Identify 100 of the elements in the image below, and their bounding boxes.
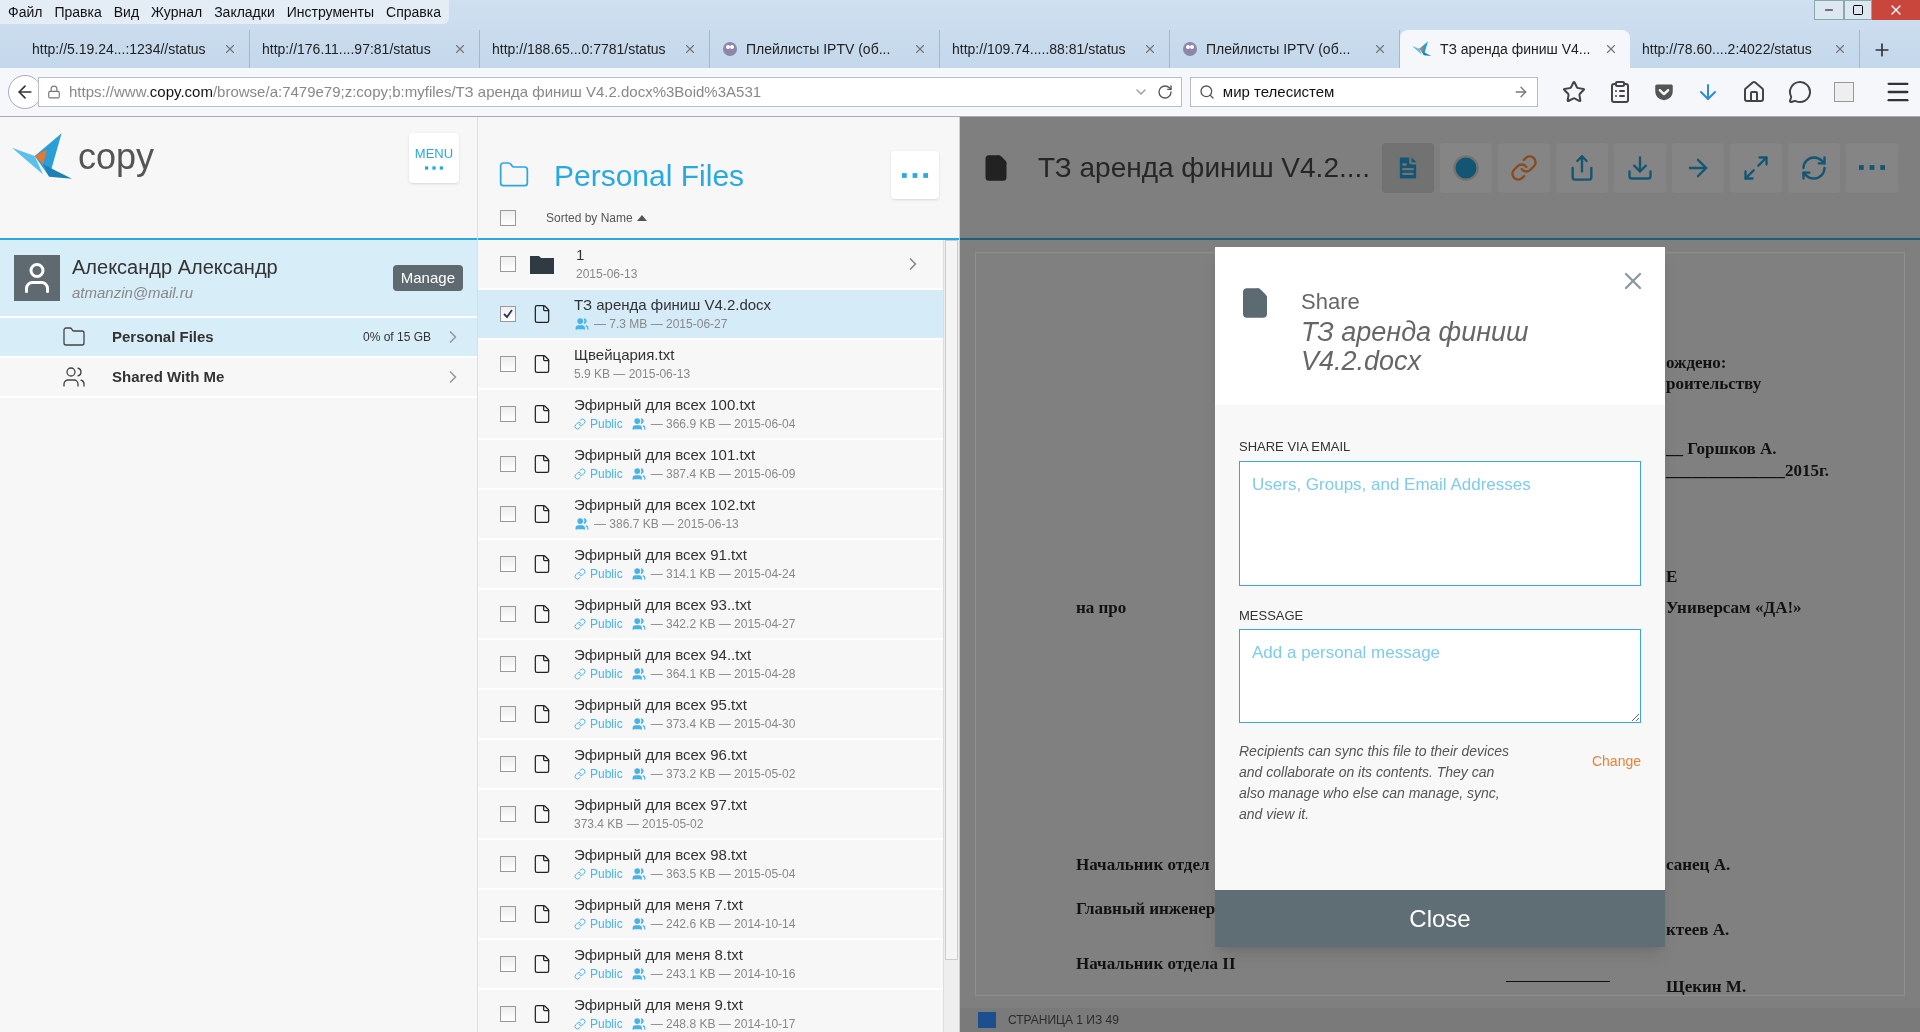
menu-item[interactable]: Правка [50,1,106,23]
checkbox[interactable] [500,256,516,272]
file-icon [532,753,552,775]
history-tool-button[interactable] [1440,142,1492,193]
checkbox[interactable] [500,356,516,372]
menu-item[interactable]: Вид [109,1,144,23]
people-icon [62,365,86,389]
reading-list-icon[interactable] [1608,80,1632,104]
lock-icon [47,85,61,99]
menu-item[interactable]: Закладки [210,1,279,23]
more-button[interactable] [891,151,939,199]
checkbox[interactable] [500,556,516,572]
link-icon [574,1018,586,1030]
sort-up-icon [636,214,647,222]
file-icon [532,953,552,975]
scrollbar[interactable] [943,240,959,1032]
file-meta: 2015-06-13 [576,266,638,283]
home-icon[interactable] [1742,80,1766,104]
public-label: Public [590,766,623,783]
checkbox[interactable] [500,456,516,472]
close-icon[interactable] [1604,42,1618,56]
close-button[interactable]: Close [1215,890,1665,947]
checkbox[interactable] [500,506,516,522]
menu-item[interactable]: Журнал [147,1,207,23]
close-icon[interactable] [1143,42,1157,56]
address-field[interactable]: https://www.copy.com/browse/a:7479e79;z:copy;b:myfiles/ТЗ аренда финиш V4.2.docx%3Boid%3A531 [38,77,1182,107]
field-label: SHARE VIA EMAIL [1239,438,1352,456]
reload-icon[interactable] [1156,84,1173,100]
checkbox[interactable] [500,856,516,872]
link-icon [574,418,586,430]
dots-icon [902,172,928,178]
search-icon [1198,84,1215,100]
file-tool-button[interactable] [1382,142,1434,193]
message-field[interactable]: Add a personal message [1239,629,1641,723]
download-icon [1626,153,1654,182]
download-tool-button[interactable] [1614,142,1666,193]
sync-tool-button[interactable] [1788,142,1840,193]
public-label: Public [590,566,623,583]
close-icon[interactable] [683,42,697,56]
file-icon [532,603,552,625]
checkbox[interactable] [500,656,516,672]
file-name: Эфирный для всех 102.txt [574,495,757,515]
pocket-icon[interactable] [1654,82,1674,102]
close-icon[interactable] [223,42,237,56]
checkbox[interactable] [500,210,516,226]
file-icon [532,553,552,575]
checkbox[interactable] [500,406,516,422]
file-meta: 5.9 KB — 2015-06-13 [574,366,691,383]
checkbox[interactable] [500,606,516,622]
file-meta: — 373.4 KB — 2015-04-30 [650,716,796,733]
link-tool-button[interactable] [1498,142,1550,193]
close-icon[interactable] [913,42,927,56]
file-row[interactable]: ТЗ аренда финиш V4.2.docx — 7.3 MB — 2015-06-27 [478,290,943,340]
document-text: Е [1666,566,1678,588]
file-name: Эфирный для всех 101.txt [574,445,757,465]
expand-tool-button[interactable] [1730,142,1782,193]
chat-icon[interactable] [1788,80,1812,104]
checkbox[interactable] [500,806,516,822]
link-icon [1510,153,1538,182]
menu-item[interactable]: Инструменты [282,1,379,23]
more-tool-button[interactable] [1846,142,1898,193]
document-title: ТЗ аренда финиш V4.2.... [1038,150,1372,185]
file-icon [532,903,552,925]
close-icon[interactable] [453,42,467,56]
link-icon [574,768,586,780]
checkbox[interactable] [500,1006,516,1022]
checkbox[interactable] [500,706,516,722]
public-label: Public [590,416,623,433]
menu-item[interactable]: Файл [4,1,47,23]
file-icon [532,353,552,375]
url-text: https://www.copy.com/browse/a:7479e79;z:copy;b:myfiles/ТЗ аренда финиш V4.2.docx%3Boid%3A531 [69,81,763,102]
close-icon[interactable] [1833,42,1847,56]
public-label: Public [590,466,623,483]
checkbox[interactable] [500,306,516,322]
file-meta: — 386.7 KB — 2015-06-13 [594,516,739,533]
go-icon[interactable] [1513,84,1529,100]
sort-label[interactable]: Sorted by Name [546,209,647,227]
maximize-icon[interactable] [1852,4,1864,16]
bookmark-star-icon[interactable] [1562,80,1586,104]
file-name: Эфирный для всех 94..txt [574,645,753,665]
move-tool-button[interactable] [1672,142,1724,193]
checkbox[interactable] [500,956,516,972]
file-name: Эфирный для всех 98.txt [574,845,748,865]
checkbox[interactable] [500,756,516,772]
sidebar-item[interactable]: Personal Files 0% of 15 GB [0,318,477,358]
file-name: Эфирный для всех 93..txt [574,595,753,615]
share-tool-button[interactable] [1556,142,1608,193]
manage-button[interactable]: Manage [392,264,463,292]
menu-item[interactable]: Справка [382,1,445,23]
browser-tab[interactable]: ТЗ аренда финиш V4... [1400,30,1630,68]
file-icon [532,453,552,475]
checkbox[interactable] [500,906,516,922]
document-text: Начальник отдел [1076,854,1210,876]
file-meta: — 363.5 KB — 2015-05-04 [650,866,796,883]
public-label: Public [590,866,623,883]
search-field[interactable]: мир телесистем [1189,77,1538,107]
close-icon[interactable] [1373,42,1387,56]
email-field[interactable]: Users, Groups, and Email Addresses [1239,460,1641,586]
file-meta: — 373.2 KB — 2015-05-02 [650,766,796,783]
public-label: Public [590,666,623,683]
